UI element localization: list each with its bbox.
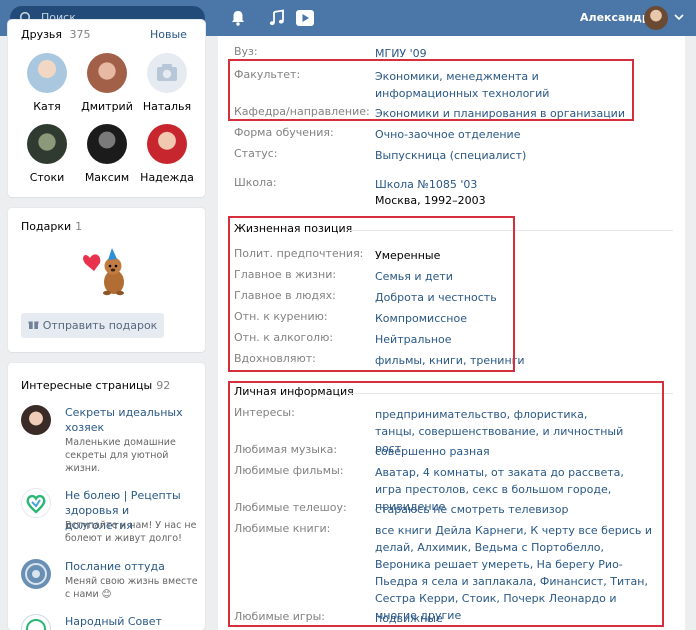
pages-title-row[interactable]: Интересные страницы 92: [21, 379, 170, 392]
page-name[interactable]: Народный Совет района: [65, 614, 200, 630]
friends-title-row[interactable]: Друзья 375: [21, 28, 91, 41]
friend-name[interactable]: Катя: [18, 100, 76, 113]
interesting-pages-card: Интересные страницы 92 Секреты идеальных …: [8, 363, 205, 630]
friend-name[interactable]: Стоки: [18, 171, 76, 184]
gifts-count: 1: [75, 220, 83, 233]
info-value-link[interactable]: Выпускница (специалист): [375, 147, 645, 164]
gift-dog-image[interactable]: [80, 244, 136, 300]
pages-count: 92: [156, 379, 171, 392]
friend-item[interactable]: Надежда: [138, 124, 196, 184]
heart-logo-icon: [26, 494, 46, 514]
friend-avatar[interactable]: [87, 53, 127, 93]
highlight-box-life-position: [228, 216, 515, 372]
user-avatar[interactable]: [644, 6, 668, 30]
friends-title: Друзья: [21, 28, 63, 41]
page-avatar[interactable]: [21, 488, 51, 518]
info-label: Школа:: [234, 176, 277, 189]
info-value-text: Москва, 1992–2003: [375, 194, 486, 207]
camera-icon: [157, 64, 177, 81]
send-gift-button[interactable]: Отправить подарок: [21, 313, 164, 338]
friend-item[interactable]: Наталья: [138, 53, 196, 113]
council-logo-icon: [26, 619, 46, 630]
page-name[interactable]: Послание оттуда: [65, 559, 200, 574]
page-description: Вступайте к нам! У нас не болеют и живут…: [65, 520, 197, 544]
music-icon[interactable]: [268, 9, 286, 27]
friend-name[interactable]: Надежда: [138, 171, 196, 184]
page-description: Маленькие домашние секреты для уютной жи…: [65, 437, 176, 474]
info-value-link[interactable]: Школа №1085 '03: [375, 176, 645, 193]
gifts-title-row[interactable]: Подарки 1: [21, 220, 82, 233]
friend-item[interactable]: Дмитрий: [78, 53, 136, 113]
friend-name[interactable]: Максим: [78, 171, 136, 184]
friends-card: Друзья 375 Новые Катя Дмитрий Наталья Ст…: [8, 20, 205, 197]
chevron-down-icon[interactable]: [674, 14, 684, 21]
friend-item[interactable]: Стоки: [18, 124, 76, 184]
info-label: Вуз:: [234, 45, 258, 58]
page-avatar[interactable]: [21, 614, 51, 630]
info-label: Форма обучения:: [234, 126, 334, 139]
friends-new-link[interactable]: Новые: [150, 28, 187, 41]
bell-icon[interactable]: [229, 9, 247, 27]
gifts-title: Подарки: [21, 220, 72, 233]
info-label: Статус:: [234, 147, 278, 160]
user-name[interactable]: Александр: [580, 11, 650, 24]
gift-icon: [28, 321, 39, 329]
friend-avatar-placeholder[interactable]: [147, 53, 187, 93]
friend-avatar[interactable]: [147, 124, 187, 164]
highlight-box-personal-info: [228, 381, 664, 627]
info-value-link[interactable]: Очно-заочное отделение: [375, 126, 645, 143]
friend-item[interactable]: Катя: [18, 53, 76, 113]
gifts-card: Подарки 1 Отправить подарок: [8, 208, 205, 352]
friends-count: 375: [69, 28, 91, 41]
page-avatar[interactable]: [21, 559, 51, 589]
page-description: Меняй свою жизнь вместе с нами 😊: [65, 576, 198, 600]
highlight-box-faculty: [228, 59, 634, 121]
friend-name[interactable]: Дмитрий: [78, 100, 136, 113]
friend-avatar[interactable]: [27, 124, 67, 164]
page-avatar[interactable]: [21, 405, 51, 435]
friend-avatar[interactable]: [27, 53, 67, 93]
friend-avatar[interactable]: [87, 124, 127, 164]
video-icon[interactable]: [295, 9, 315, 27]
pages-title: Интересные страницы: [21, 379, 153, 392]
friend-item[interactable]: Максим: [78, 124, 136, 184]
emblem-icon: [25, 563, 47, 585]
send-gift-label: Отправить подарок: [42, 319, 158, 332]
page-name[interactable]: Секреты идеальных хозяек: [65, 405, 200, 435]
friend-name[interactable]: Наталья: [138, 100, 196, 113]
